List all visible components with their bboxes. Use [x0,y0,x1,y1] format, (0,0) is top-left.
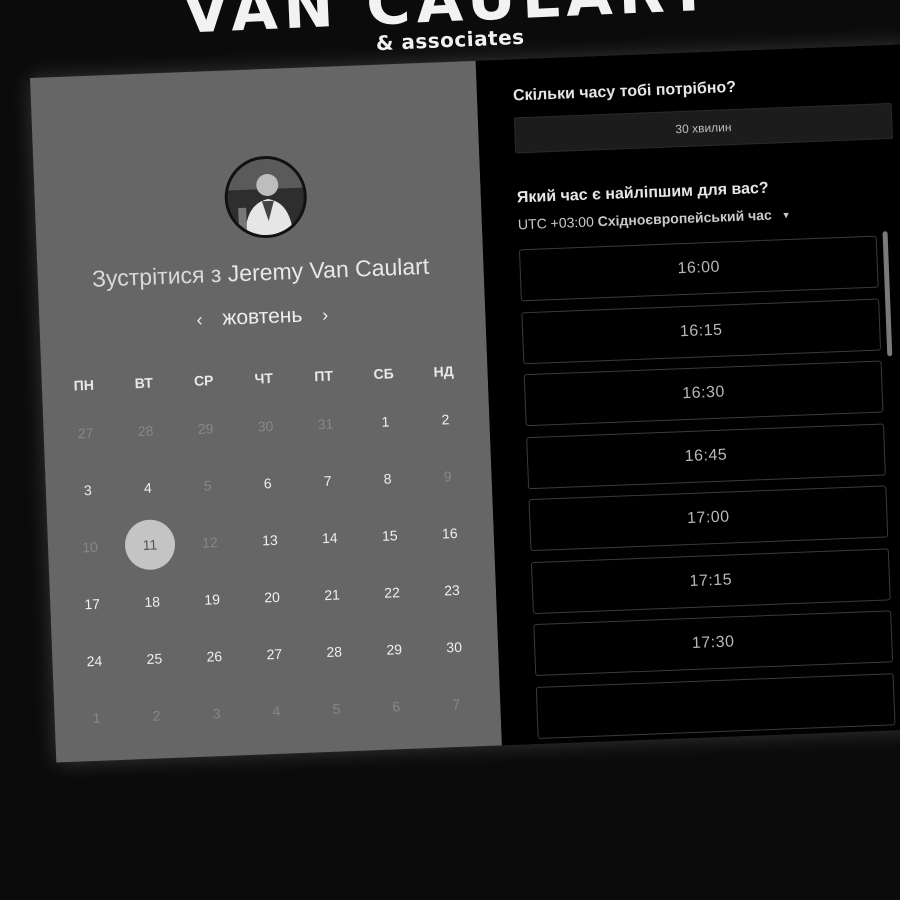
duration-select[interactable]: 30 хвилин [513,102,893,154]
calendar-day[interactable]: 24 [63,634,125,686]
calendar-day[interactable]: 29 [363,623,425,675]
calendar-day[interactable]: 28 [303,625,365,677]
calendar-day-disabled: 31 [317,415,334,432]
calendar-day-disabled: 3 [212,704,221,721]
time-slot-partial[interactable] [535,672,896,739]
month-label: жовтень [221,303,303,330]
calendar-grid: ПН ВТ СР ЧТ ПТ СБ НД 27 28 29 30 31 1 2 … [53,351,487,747]
time-slot[interactable]: 17:15 [530,547,891,614]
calendar-day-disabled: 29 [197,419,214,437]
timezone-offset: UTC +03:00 [517,213,595,233]
calendar-day[interactable]: 1 [354,395,416,447]
calendar-day-disabled: 5 [203,476,212,494]
selected-day-label: 11 [142,535,158,553]
time-slot[interactable]: 16:30 [523,360,884,427]
host-name: Jeremy Van Caulart [227,252,430,287]
host-portrait-image [226,157,306,237]
calendar-day-disabled: 9 [443,467,452,484]
timezone-selector[interactable]: UTC +03:00 Східноєвропейський час ▼ [517,206,791,233]
calendar-day[interactable]: 25 [123,632,185,684]
weekday-sun: НД [433,362,454,380]
time-slot[interactable]: 17:00 [528,485,889,552]
calendar-day-disabled: 12 [201,533,219,551]
weekday-mon: ПН [73,376,95,394]
calendar-day[interactable]: 27 [243,627,305,679]
prev-month-icon[interactable]: ‹ [182,309,217,331]
caret-down-icon: ▼ [781,210,791,221]
meet-title: Зустрітися з Jeremy Van Caulart [37,251,484,295]
calendar-day-disabled: 5 [332,700,341,717]
calendar-day[interactable]: 16 [419,507,481,559]
booking-card: Зустрітися з Jeremy Van Caulart ‹ жовтен… [30,44,900,763]
calendar-day[interactable]: 15 [359,509,421,561]
time-question: Який час є найліпшим для вас? [516,179,769,207]
duration-question: Скільки часу тобі потрібно? [512,78,737,105]
calendar-day[interactable]: 22 [361,566,423,618]
time-slot[interactable]: 16:00 [518,235,879,302]
weekday-sat: СБ [373,365,395,383]
calendar-day[interactable]: 4 [117,461,179,513]
calendar-day-disabled: 27 [77,424,94,441]
weekday-fri: ПТ [314,367,334,385]
calendar-day-disabled: 4 [272,702,281,719]
scheduling-panel: Скільки часу тобі потрібно? 30 хвилин Як… [475,44,900,746]
calendar-day[interactable]: 21 [301,568,363,620]
calendar-day-disabled: 2 [152,706,161,724]
calendar-day[interactable]: 20 [241,570,303,622]
time-slot[interactable]: 17:30 [533,610,894,677]
calendar-day[interactable]: 6 [237,457,299,509]
calendar-day[interactable]: 3 [57,463,119,515]
avatar [223,154,309,240]
calendar-day[interactable]: 17 [61,577,123,629]
timezone-name: Східноєвропейський час [597,206,773,230]
weekday-wed: СР [193,372,214,389]
weekday-thu: ЧТ [254,369,274,387]
time-slot[interactable]: 16:45 [526,422,886,489]
calendar-day[interactable]: 7 [297,454,359,506]
calendar-day-disabled: 10 [81,538,99,555]
calendar-day-disabled: 6 [392,697,401,715]
calendar-day-disabled: 30 [257,417,274,435]
calendar-day[interactable]: 19 [181,573,243,625]
time-slot-scrollbar[interactable] [882,231,893,357]
time-slot[interactable]: 16:15 [521,298,882,364]
calendar-panel: Зустрітися з Jeremy Van Caulart ‹ жовтен… [30,60,502,763]
calendar-day[interactable]: 18 [121,575,183,627]
calendar-day[interactable]: 2 [414,393,476,445]
calendar-day[interactable]: 14 [299,511,361,563]
month-navigation: ‹ жовтень › [39,297,486,338]
meet-title-prefix: Зустрітися з [91,260,222,292]
next-month-icon[interactable]: › [308,304,343,326]
calendar-day-selected[interactable]: 11 [119,518,181,570]
calendar-day[interactable]: 26 [183,630,245,682]
calendar-day[interactable]: 13 [239,513,301,565]
calendar-day-disabled: 7 [452,695,461,712]
weekday-tue: ВТ [134,374,154,392]
time-slot-list: 16:00 16:15 16:30 16:45 17:00 17:15 17:3… [518,235,896,746]
calendar-day-disabled: 1 [92,709,101,726]
calendar-day[interactable]: 30 [423,621,485,673]
calendar-day[interactable]: 23 [421,564,483,616]
calendar-day[interactable]: 8 [357,452,419,504]
calendar-day-disabled: 28 [137,422,154,439]
